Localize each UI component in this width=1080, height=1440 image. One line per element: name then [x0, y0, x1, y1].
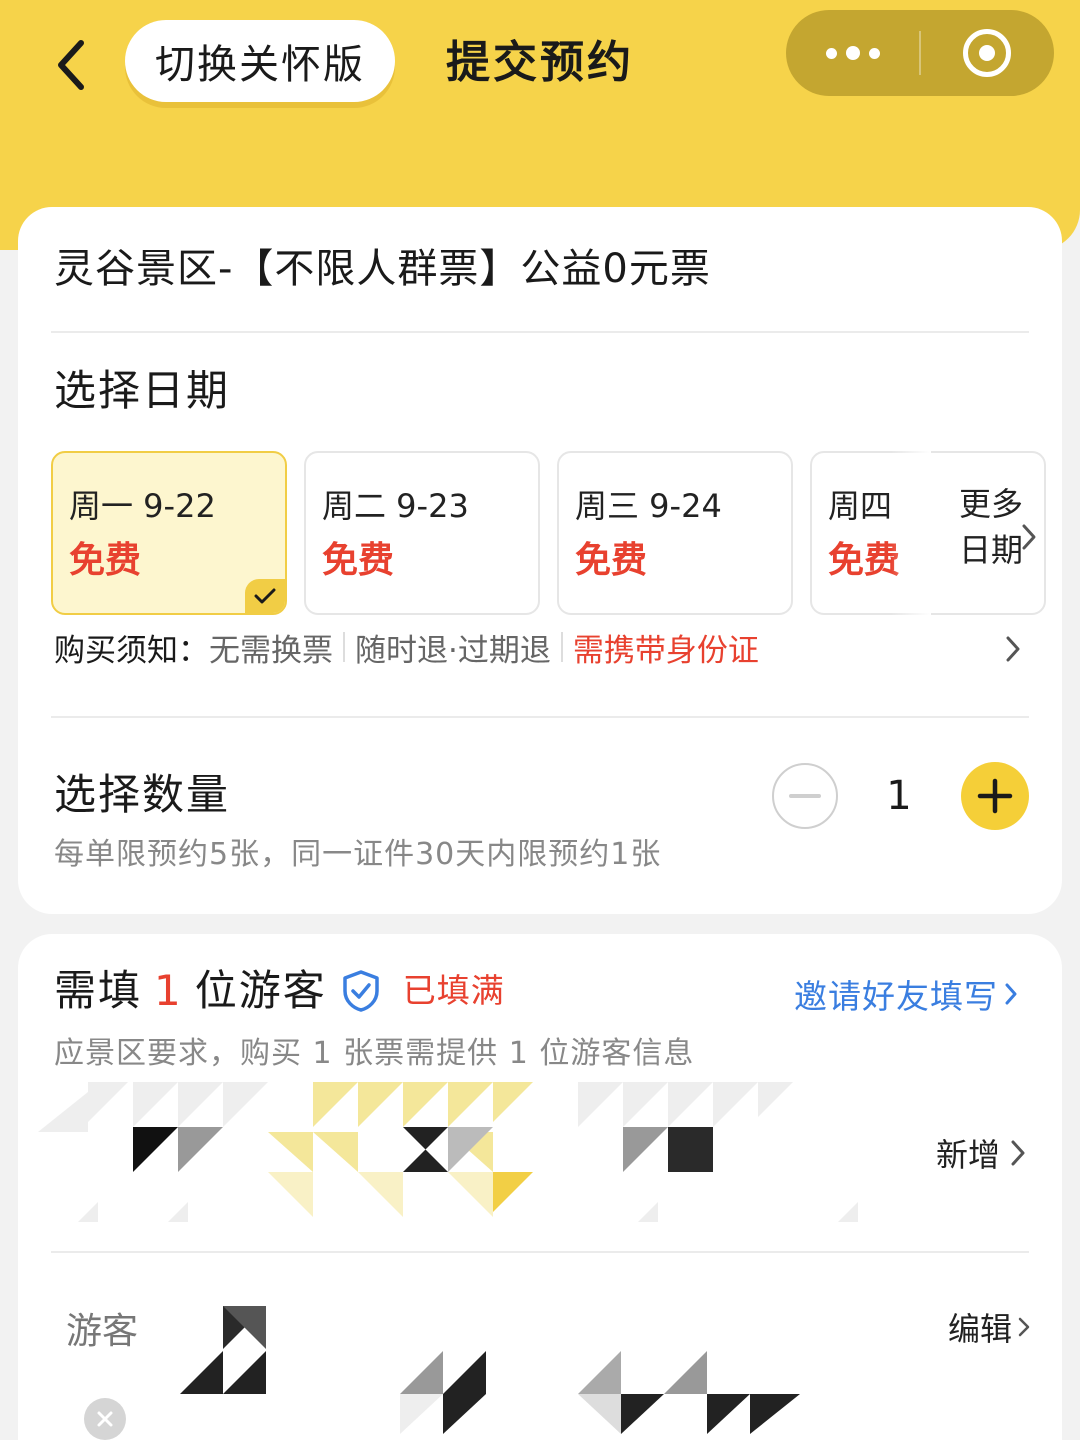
notice-label: 购买须知： [54, 632, 209, 669]
visitor-row-label: 游客 [66, 1311, 139, 1352]
divider [51, 331, 1029, 333]
target-icon [963, 29, 1012, 77]
ticket-title: 灵谷景区-【不限人群票】公益0元票 [54, 246, 711, 292]
date-section-title: 选择日期 [54, 366, 231, 415]
date-option[interactable]: 周二 9-23 免费 [304, 451, 540, 615]
date-label: 周二 9-23 [322, 487, 469, 525]
notice-id-required: 需携带身份证 [572, 632, 759, 669]
chevron-right-icon[interactable] [1005, 635, 1021, 663]
date-option[interactable]: 周三 9-24 免费 [557, 451, 793, 615]
date-price: 免费 [322, 540, 395, 581]
divider [51, 716, 1029, 718]
date-price: 免费 [69, 540, 142, 581]
invite-friend-link[interactable]: 邀请好友填写 [794, 970, 1018, 1018]
miniprogram-capsule [786, 10, 1054, 96]
quantity-limit-text: 每单限预约5张，同一证件30天内限预约1张 [54, 837, 662, 872]
chevron-right-icon [1022, 524, 1036, 550]
shield-check-icon [343, 970, 379, 1012]
invite-label: 邀请好友填写 [794, 977, 998, 1016]
booking-card: 灵谷景区-【不限人群票】公益0元票 选择日期 周一 9-22 免费 周二 9-2… [18, 207, 1062, 914]
filled-status: 已填满 [402, 971, 505, 1010]
need-count: 1 [154, 966, 183, 1015]
date-option[interactable]: 周一 9-22 免费 [51, 451, 287, 615]
quantity-section-title: 选择数量 [54, 770, 231, 819]
redacted-visitor-names [38, 1082, 858, 1222]
close-miniprogram-button[interactable] [921, 10, 1054, 96]
add-visitor-button[interactable]: 新增 [936, 1130, 1026, 1176]
back-icon[interactable] [40, 30, 100, 100]
date-selector: 周一 9-22 免费 周二 9-23 免费 周三 9-24 免费 周四 免费 更… [51, 441, 1046, 621]
date-price: 免费 [828, 540, 901, 581]
date-label: 周一 9-22 [69, 487, 216, 525]
need-prefix: 需填 [54, 966, 143, 1015]
edit-label: 编辑 [948, 1310, 1013, 1348]
visitor-card: 需填 1 位游客 已填满 邀请好友填写 应景区要求，购买 1 张票需提供 1 位… [18, 934, 1062, 1440]
need-suffix: 位游客 [194, 966, 327, 1015]
remove-visitor-button[interactable] [84, 1398, 126, 1440]
close-icon [97, 1411, 113, 1427]
redacted-visitor-info [180, 1306, 800, 1434]
add-visitor-label: 新增 [936, 1136, 1001, 1174]
increase-button[interactable] [961, 762, 1029, 830]
edit-visitor-button[interactable]: 编辑 [948, 1304, 1030, 1350]
more-dates-button[interactable]: 更多日期 [925, 471, 1036, 611]
page-title: 提交预约 [446, 37, 634, 88]
more-menu-button[interactable] [786, 10, 919, 96]
quantity-value: 1 [886, 773, 912, 819]
plus-icon [977, 778, 1013, 814]
chevron-right-icon [1011, 1140, 1025, 1166]
minus-icon [789, 794, 821, 798]
visitor-subtitle: 应景区要求，购买 1 张票需提供 1 位游客信息 [54, 1036, 695, 1071]
date-label: 周四 [828, 487, 893, 525]
purchase-notice[interactable]: 购买须知： 无需换票 随时退·过期退 需携带身份证 [54, 623, 759, 671]
notice-item: 随时退·过期退 [355, 632, 551, 669]
check-icon [245, 579, 285, 613]
chevron-right-icon [1018, 1317, 1030, 1337]
more-dates-label: 更多日期 [959, 485, 1024, 569]
divider [51, 1251, 1029, 1253]
care-mode-button[interactable]: 切换关怀版 [125, 20, 395, 102]
more-dots-icon [825, 46, 880, 60]
decrease-button[interactable] [772, 763, 838, 829]
date-price: 免费 [575, 540, 648, 581]
visitor-requirement: 需填 1 位游客 已填满 [54, 960, 505, 1022]
date-label: 周三 9-24 [575, 487, 722, 525]
chevron-right-icon [1005, 983, 1017, 1005]
notice-item: 无需换票 [209, 632, 333, 669]
